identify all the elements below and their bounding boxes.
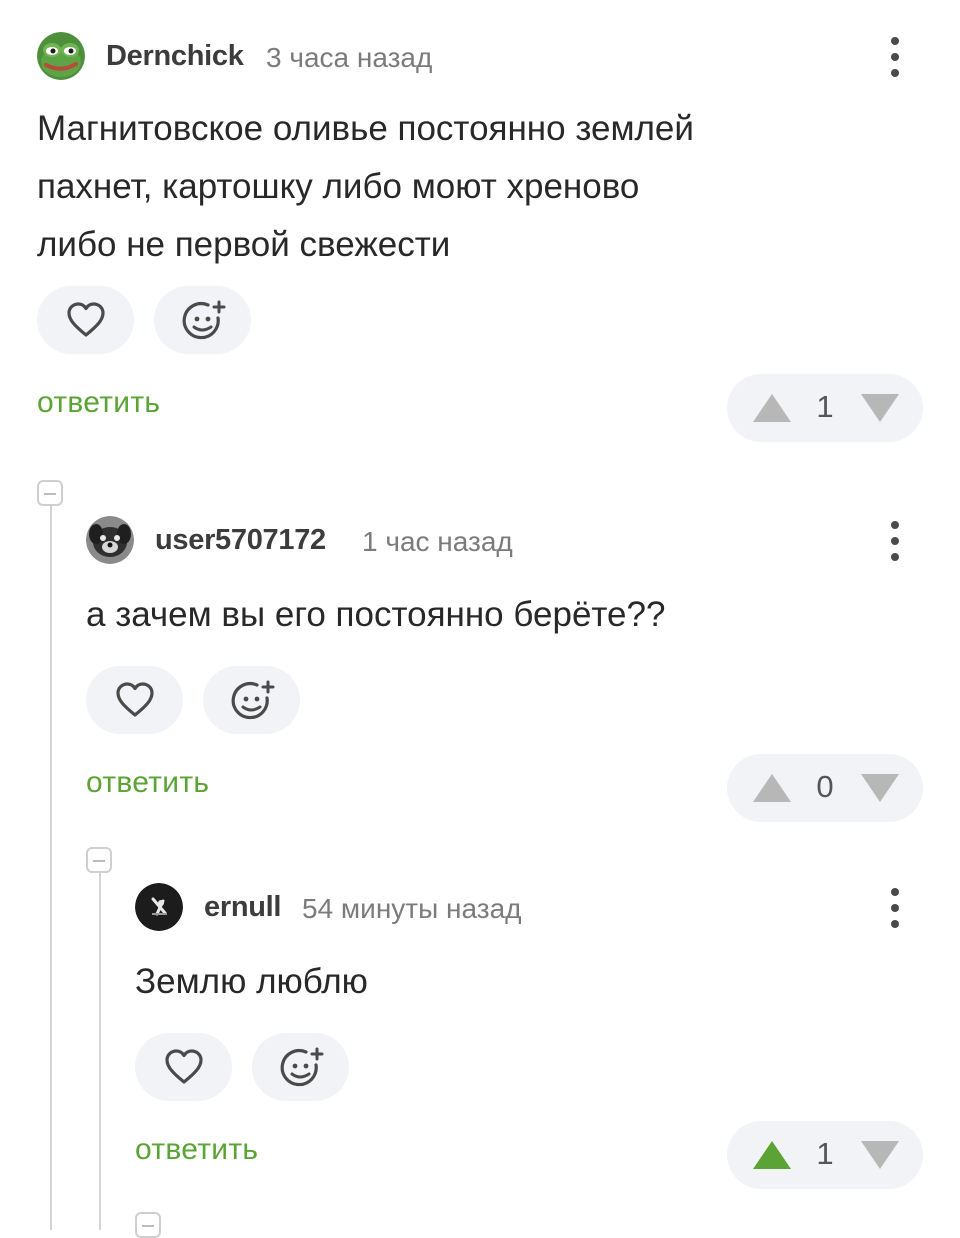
reply-link[interactable]: ответить (86, 766, 209, 800)
add-emoji-icon (280, 1047, 324, 1087)
author-name[interactable]: ernull (204, 891, 281, 924)
like-button[interactable] (37, 286, 134, 354)
author-name[interactable]: Dernchick (106, 40, 244, 73)
avatar[interactable] (135, 883, 183, 931)
comment-actions (37, 286, 923, 354)
rating-control: 1 (727, 374, 923, 442)
heart-icon (67, 302, 105, 337)
triangle-down-icon[interactable] (859, 1139, 901, 1171)
comment-text: Магнитовское оливье постоянно землей пах… (37, 100, 923, 274)
add-reaction-button[interactable] (252, 1033, 349, 1101)
comment-header: Dernchick 3 часа назад (37, 30, 923, 82)
comment-actions (135, 1033, 923, 1101)
like-button[interactable] (86, 666, 183, 734)
comment-time: 3 часа назад (266, 42, 433, 73)
rating-control: 1 (727, 1121, 923, 1189)
more-vertical-icon[interactable] (883, 520, 907, 562)
reply-link[interactable]: ответить (37, 386, 160, 420)
collapse-thread-icon[interactable] (135, 1212, 161, 1238)
more-vertical-icon[interactable] (883, 36, 907, 78)
comment-text-line: а зачем вы его постоянно берёте?? (86, 595, 666, 634)
add-reaction-button[interactable] (203, 666, 300, 734)
comment-header: ernull 54 минуты назад (135, 881, 923, 933)
comment-text: а зачем вы его постоянно берёте?? (86, 586, 923, 644)
collapse-thread-icon[interactable] (86, 847, 112, 873)
collapse-thread-icon[interactable] (37, 480, 63, 506)
comment: user5707172 1 час назад а зачем вы его п… (86, 514, 923, 822)
comment-text-line: Магнитовское оливье постоянно землей (37, 109, 694, 148)
more-vertical-icon[interactable] (883, 887, 907, 929)
add-emoji-icon (231, 680, 275, 720)
comment-text: Землю люблю (135, 953, 923, 1011)
reply-row: ответить 1 (135, 1121, 923, 1189)
author-name[interactable]: user5707172 (155, 524, 326, 557)
reply-row: ответить 1 (37, 374, 923, 442)
add-emoji-icon (182, 300, 226, 340)
comment-header: user5707172 1 час назад (86, 514, 923, 566)
avatar[interactable] (86, 516, 134, 564)
comment: ernull 54 минуты назад Землю люблю ответ… (135, 881, 923, 1189)
like-button[interactable] (135, 1033, 232, 1101)
heart-icon (165, 1049, 203, 1084)
add-reaction-button[interactable] (154, 286, 251, 354)
comment-text-line: либо не первой свежести (37, 225, 451, 264)
heart-icon (116, 682, 154, 717)
comment-text-line: Землю люблю (135, 962, 368, 1001)
triangle-down-icon[interactable] (859, 392, 901, 424)
thread-line-level-2 (99, 872, 101, 1230)
reply-link[interactable]: ответить (135, 1133, 258, 1167)
thread-line-level-1 (50, 505, 52, 1230)
triangle-down-icon[interactable] (859, 772, 901, 804)
comment-time: 1 час назад (362, 526, 513, 557)
avatar[interactable] (37, 32, 85, 80)
rating-control: 0 (727, 754, 923, 822)
comment-actions (86, 666, 923, 734)
comment-time: 54 минуты назад (302, 893, 522, 924)
reply-row: ответить 0 (86, 754, 923, 822)
comment: Dernchick 3 часа назад Магнитовское олив… (37, 30, 923, 442)
comment-text-line: пахнет, картошку либо моют хреново (37, 167, 640, 206)
